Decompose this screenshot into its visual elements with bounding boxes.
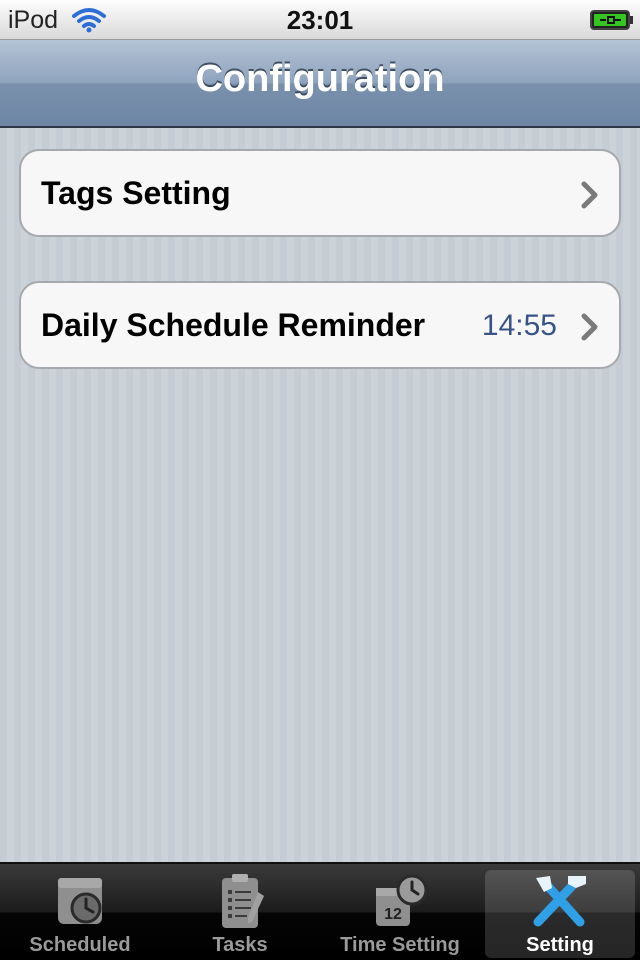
tags-setting-cell[interactable]: Tags Setting <box>19 149 621 237</box>
battery-charging-icon <box>590 10 633 30</box>
tab-scheduled-label: Scheduled <box>29 934 131 956</box>
tags-setting-label: Tags Setting <box>41 175 231 211</box>
chevron-right-icon <box>581 181 598 209</box>
tab-tasks-label: Tasks <box>212 934 268 956</box>
tab-tasks[interactable]: Tasks <box>165 864 315 960</box>
clipboard-icon <box>222 874 264 928</box>
svg-text:12: 12 <box>384 906 402 923</box>
navigation-bar: Configuration <box>0 40 640 128</box>
tab-setting[interactable]: Setting <box>485 870 635 958</box>
chevron-right-icon <box>581 313 598 341</box>
tab-time-setting-label: Time Setting <box>340 934 460 956</box>
reminder-time-value: 14:55 <box>481 309 557 342</box>
daily-schedule-reminder-cell[interactable]: Daily Schedule Reminder 14:55 <box>19 281 621 369</box>
tab-bar: Scheduled Tasks 12 Time Setting Setting <box>0 862 640 960</box>
tools-icon <box>533 876 586 927</box>
calendar-clock-icon: 12 <box>376 874 428 926</box>
clock-icon <box>58 878 102 924</box>
daily-schedule-reminder-label: Daily Schedule Reminder <box>41 307 426 343</box>
tab-scheduled[interactable]: Scheduled <box>5 864 155 960</box>
page-title: Configuration <box>195 58 445 100</box>
tab-setting-label: Setting <box>526 934 594 956</box>
tab-time-setting[interactable]: 12 Time Setting <box>325 864 475 960</box>
status-time: 23:01 <box>286 5 354 35</box>
status-bar: iPod 23:01 <box>0 0 640 40</box>
